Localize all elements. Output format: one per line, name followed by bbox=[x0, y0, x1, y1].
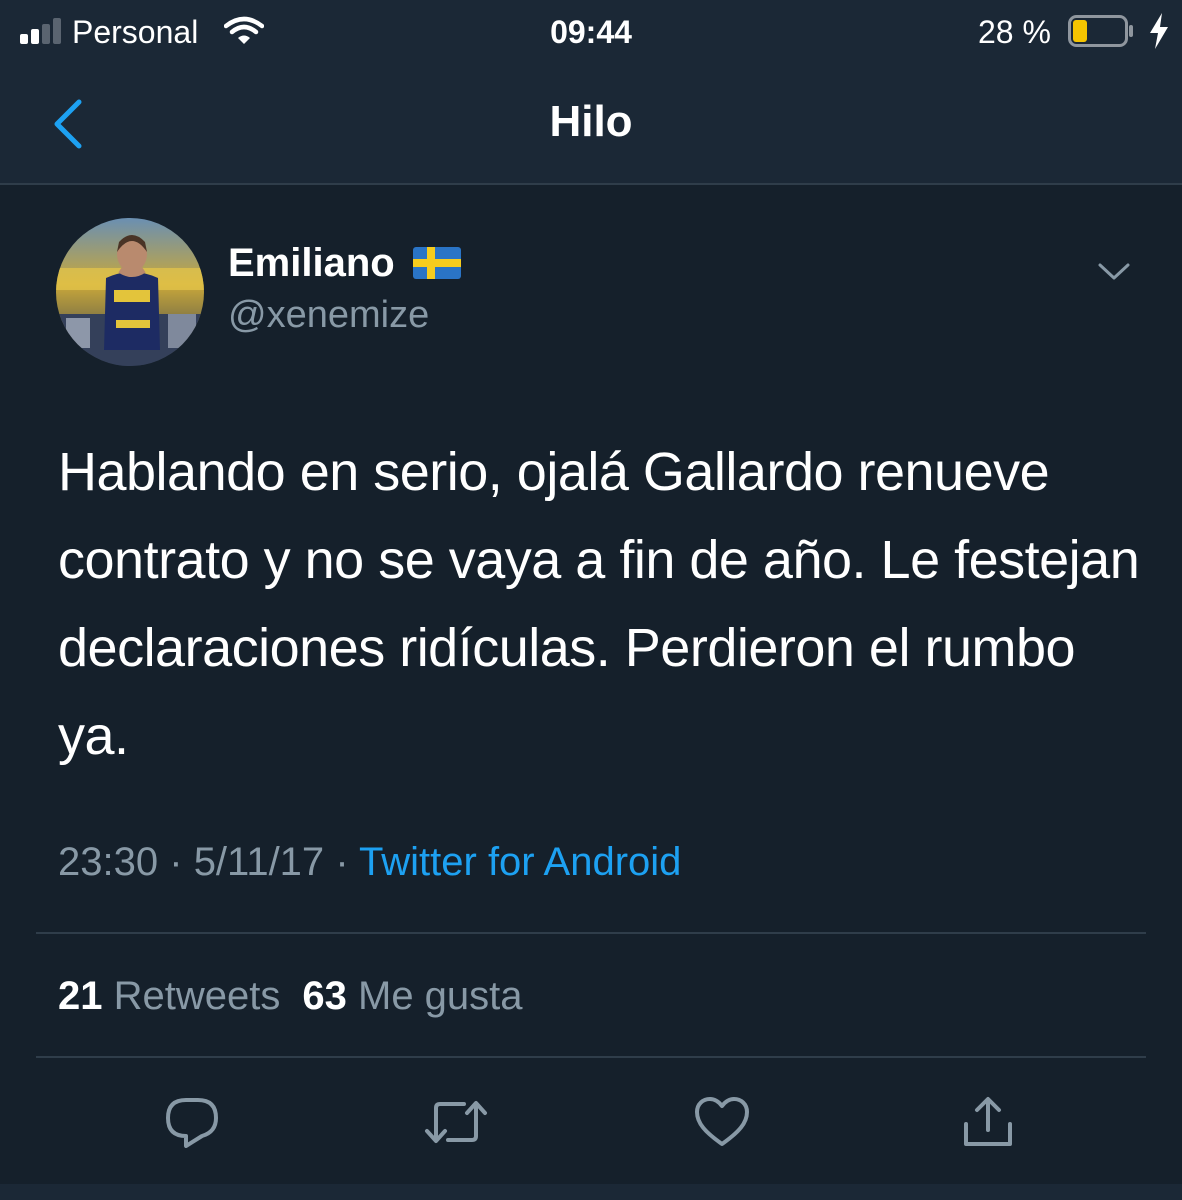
tweet-meta: 23:30 · 5/11/17 · Twitter for Android bbox=[58, 834, 681, 890]
reply-icon bbox=[166, 1098, 218, 1148]
share-icon bbox=[964, 1097, 1012, 1146]
retweets-label: Retweets bbox=[113, 974, 281, 1018]
page-title: Hilo bbox=[549, 97, 633, 146]
battery-percent: 28 % bbox=[978, 14, 1051, 50]
meta-separator: · bbox=[169, 840, 183, 884]
sweden-flag-icon bbox=[412, 247, 461, 279]
divider bbox=[36, 1056, 1146, 1058]
author-name[interactable]: Emiliano bbox=[228, 238, 461, 288]
tweet-time: 23:30 bbox=[58, 840, 159, 884]
tweet-menu-button[interactable] bbox=[1092, 254, 1136, 290]
divider bbox=[36, 932, 1146, 934]
author-display-name: Emiliano bbox=[228, 241, 395, 285]
bottom-strip bbox=[0, 1184, 1182, 1200]
retweets-count: 21 bbox=[58, 974, 103, 1018]
author-handle[interactable]: @xenemize bbox=[228, 290, 429, 340]
meta-separator: · bbox=[335, 840, 349, 884]
tweet-stats: 21 Retweets 63 Me gusta bbox=[58, 968, 523, 1024]
status-bar: Personal 09:44 28 % bbox=[0, 0, 1182, 62]
tweet-source-link[interactable]: Twitter for Android bbox=[359, 840, 681, 884]
retweets-stat[interactable]: 21 Retweets bbox=[58, 974, 280, 1018]
retweet-button[interactable] bbox=[424, 1090, 488, 1154]
avatar[interactable] bbox=[56, 218, 204, 366]
likes-label: Me gusta bbox=[358, 974, 523, 1018]
likes-stat[interactable]: 63 Me gusta bbox=[302, 974, 522, 1018]
share-button[interactable] bbox=[956, 1090, 1020, 1154]
like-button[interactable] bbox=[690, 1090, 754, 1154]
likes-count: 63 bbox=[302, 974, 347, 1018]
charging-icon bbox=[1150, 13, 1168, 49]
tweet-text: Hablando en serio, ojalá Gallardo renuev… bbox=[58, 442, 1140, 766]
battery-icon bbox=[1068, 15, 1133, 47]
nav-bar: Hilo bbox=[0, 62, 1182, 185]
reply-button[interactable] bbox=[160, 1090, 224, 1154]
like-icon bbox=[695, 1097, 749, 1146]
chevron-down-icon bbox=[1098, 263, 1130, 280]
retweet-icon bbox=[425, 1101, 487, 1143]
tweet-date: 5/11/17 bbox=[193, 840, 325, 884]
